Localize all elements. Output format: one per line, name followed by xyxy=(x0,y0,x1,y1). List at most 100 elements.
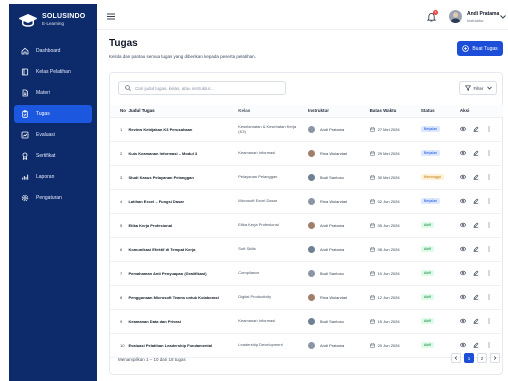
chevron-down-icon xyxy=(486,86,492,90)
edit-pencil-icon[interactable] xyxy=(473,150,479,156)
page-button-1[interactable]: 1 xyxy=(464,353,474,363)
more-vertical-icon[interactable] xyxy=(486,126,492,132)
cell-judul[interactable]: Keamanan Data dan Privasi xyxy=(128,309,239,334)
eye-icon[interactable] xyxy=(459,174,466,180)
sidebar-item-pengaturan[interactable]: Pengaturan xyxy=(14,189,92,207)
cell-aksi xyxy=(459,213,503,238)
more-vertical-icon[interactable] xyxy=(486,198,492,204)
more-vertical-icon[interactable] xyxy=(486,174,492,180)
menu-icon[interactable] xyxy=(107,13,115,20)
cell-judul[interactable]: Studi Kasus Pelayanan Pelanggan xyxy=(128,165,239,190)
brand[interactable]: SOLUSINDO E-Learning xyxy=(9,4,97,30)
calendar-icon xyxy=(369,342,375,348)
more-vertical-icon[interactable] xyxy=(486,294,492,300)
cell-judul[interactable]: Kuis Keamanan Informasi – Modul 3 xyxy=(128,141,239,166)
page-subtitle: Kelola dan pantau semua tugas yang diber… xyxy=(109,54,256,59)
cell-no: 7 xyxy=(110,261,129,286)
add-task-button[interactable]: Buat Tugas xyxy=(457,41,503,56)
sidebar-item-evaluasi[interactable]: Evaluasi xyxy=(14,126,92,144)
chevron-down-icon[interactable] xyxy=(500,15,506,19)
eye-icon[interactable] xyxy=(459,270,466,276)
page-title: Tugas xyxy=(109,38,138,49)
more-vertical-icon[interactable] xyxy=(486,342,492,348)
cell-judul[interactable]: Pemahaman Anti Penyuapan (Gratifikasi) xyxy=(128,261,239,286)
cell-batas-waktu: 29 Mei 2026 xyxy=(369,141,421,166)
page-button-2[interactable]: 2 xyxy=(477,353,487,363)
edit-pencil-icon[interactable] xyxy=(473,318,479,324)
deadline: 15 Jun 2026 xyxy=(369,318,421,324)
table-row[interactable]: 10 Evaluasi Pelatihan Leadership Fundamen… xyxy=(110,333,503,358)
avatar[interactable] xyxy=(449,10,462,23)
search-input[interactable] xyxy=(135,85,285,91)
edit-pencil-icon[interactable] xyxy=(473,270,479,276)
cell-judul[interactable]: Latihan Excel – Fungsi Dasar xyxy=(128,189,239,214)
eye-icon[interactable] xyxy=(459,222,466,228)
sidebar-item-kelas-pelatihan[interactable]: Kelas Pelatihan xyxy=(14,63,92,81)
edit-pencil-icon[interactable] xyxy=(473,126,479,132)
calendar-icon xyxy=(369,318,375,324)
eye-icon[interactable] xyxy=(459,294,466,300)
clipboard-icon xyxy=(22,110,28,118)
filter-button[interactable]: Filter xyxy=(459,81,497,95)
eye-icon[interactable] xyxy=(459,150,466,156)
more-vertical-icon[interactable] xyxy=(486,222,492,228)
next-page-button[interactable] xyxy=(490,353,500,363)
sidebar-item-label: Materi xyxy=(36,90,50,96)
cell-judul[interactable]: Etika Kerja Profesional xyxy=(128,213,239,238)
cell-aksi xyxy=(459,261,503,286)
deadline-text: 30 Mei 2026 xyxy=(377,174,400,180)
table-row[interactable]: 8 Penggunaan Microsoft Teams untuk Kolabo… xyxy=(110,285,503,310)
table-row[interactable]: 1 Review Kebijakan K3 Perusahaan Keselamat… xyxy=(110,117,503,142)
cell-instruktur: Andi Pratama xyxy=(308,333,370,358)
more-vertical-icon[interactable] xyxy=(486,246,492,252)
deadline-text: 27 Mei 2026 xyxy=(377,126,400,132)
cell-judul[interactable]: Penggunaan Microsoft Teams untuk Kolabor… xyxy=(128,285,239,310)
eye-icon[interactable] xyxy=(459,342,466,348)
deadline: 20 Jun 2026 xyxy=(369,342,421,348)
eye-icon[interactable] xyxy=(459,198,466,204)
cell-judul[interactable]: Evaluasi Pelatihan Leadership Fundamenta… xyxy=(128,333,239,358)
status-badge: Aktif xyxy=(420,246,434,252)
search-box[interactable] xyxy=(118,81,286,95)
sidebar-item-label: Evaluasi xyxy=(36,132,55,138)
table-row[interactable]: 6 Komunikasi Efektif di Tempat Kerja Soft … xyxy=(110,237,503,262)
sidebar-item-laporan[interactable]: Laporan xyxy=(14,168,92,186)
sidebar-item-label: Laporan xyxy=(36,174,55,180)
cell-kelas: Pelayanan Pelanggan xyxy=(238,165,309,190)
eye-icon[interactable] xyxy=(459,126,466,132)
more-vertical-icon[interactable] xyxy=(486,270,492,276)
user-name[interactable]: Andi Pratama xyxy=(467,11,499,17)
table-row[interactable]: 5 Etika Kerja Profesional Etika Kerja Prof… xyxy=(110,213,503,238)
table-row[interactable]: 3 Studi Kasus Pelayanan Pelanggan Pelayana… xyxy=(110,165,503,190)
edit-pencil-icon[interactable] xyxy=(473,294,479,300)
more-vertical-icon[interactable] xyxy=(486,318,492,324)
cell-aksi xyxy=(459,189,503,214)
row-actions xyxy=(459,246,503,252)
prev-page-button[interactable] xyxy=(451,353,461,363)
table-row[interactable]: 2 Kuis Keamanan Informasi – Modul 3 Keaman… xyxy=(110,141,503,166)
edit-pencil-icon[interactable] xyxy=(473,246,479,252)
edit-pencil-icon[interactable] xyxy=(473,222,479,228)
instructor-avatar xyxy=(308,317,316,325)
eye-icon[interactable] xyxy=(459,318,466,324)
edit-pencil-icon[interactable] xyxy=(473,198,479,204)
table-row[interactable]: 7 Pemahaman Anti Penyuapan (Gratifikasi) C… xyxy=(110,261,503,286)
sidebar-item-sertifikat[interactable]: Sertifikat xyxy=(14,147,92,165)
sidebar-item-tugas[interactable]: Tugas xyxy=(14,105,92,123)
edit-pencil-icon[interactable] xyxy=(473,174,479,180)
eye-icon[interactable] xyxy=(459,246,466,252)
table-row[interactable]: 4 Latihan Excel – Fungsi Dasar Microsoft E… xyxy=(110,189,503,214)
cell-judul[interactable]: Komunikasi Efektif di Tempat Kerja xyxy=(128,237,239,262)
bar-chart-icon xyxy=(22,174,29,180)
sidebar-item-dashboard[interactable]: Dashboard xyxy=(14,42,92,60)
cell-status: Aktif xyxy=(420,309,460,334)
cell-batas-waktu: 10 Jun 2026 xyxy=(369,261,421,286)
edit-pencil-icon[interactable] xyxy=(473,342,479,348)
cell-judul[interactable]: Review Kebijakan K3 Perusahaan xyxy=(128,117,239,142)
cell-kelas: Keselamatan & Kesehatan Kerja (K3) xyxy=(238,117,309,142)
table-row[interactable]: 9 Keamanan Data dan Privasi Keamanan Infor… xyxy=(110,309,503,334)
status-badge: Aktif xyxy=(420,318,434,324)
more-vertical-icon[interactable] xyxy=(486,150,492,156)
sidebar-item-materi[interactable]: Materi xyxy=(14,84,92,102)
cell-no: 8 xyxy=(110,285,129,310)
